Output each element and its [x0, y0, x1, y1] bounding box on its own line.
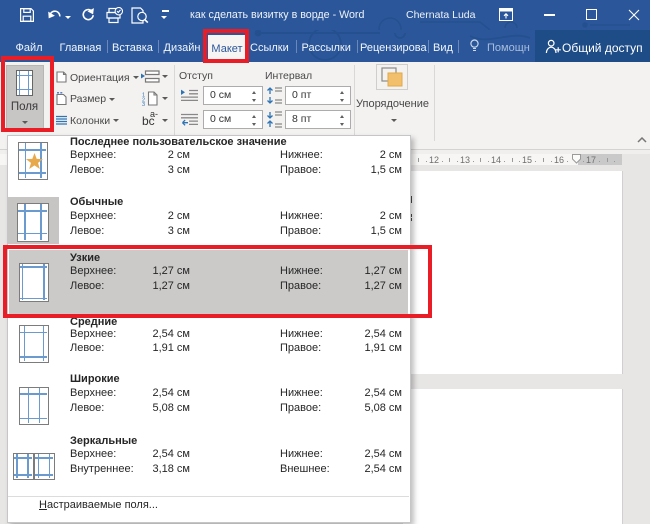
svg-text:3: 3: [142, 102, 145, 106]
